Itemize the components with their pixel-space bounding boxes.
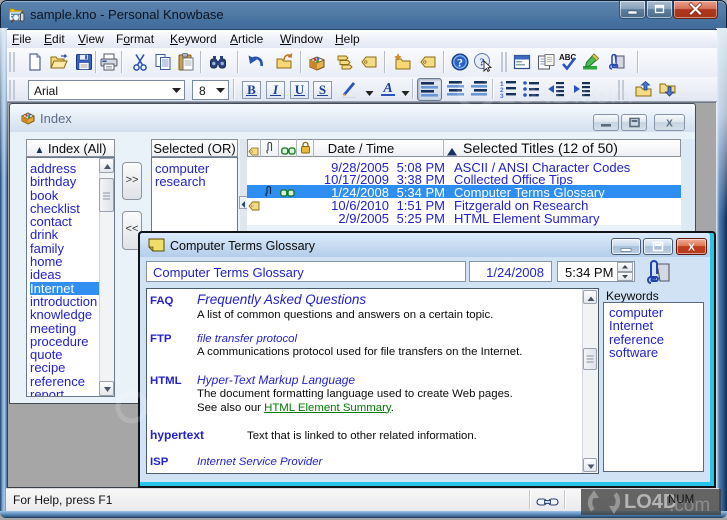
svg-text:A: A	[382, 81, 392, 96]
svg-text:?: ?	[457, 56, 463, 70]
svg-text:X: X	[666, 119, 673, 130]
svg-text:3: 3	[500, 93, 504, 99]
svg-text:X: X	[688, 243, 695, 254]
